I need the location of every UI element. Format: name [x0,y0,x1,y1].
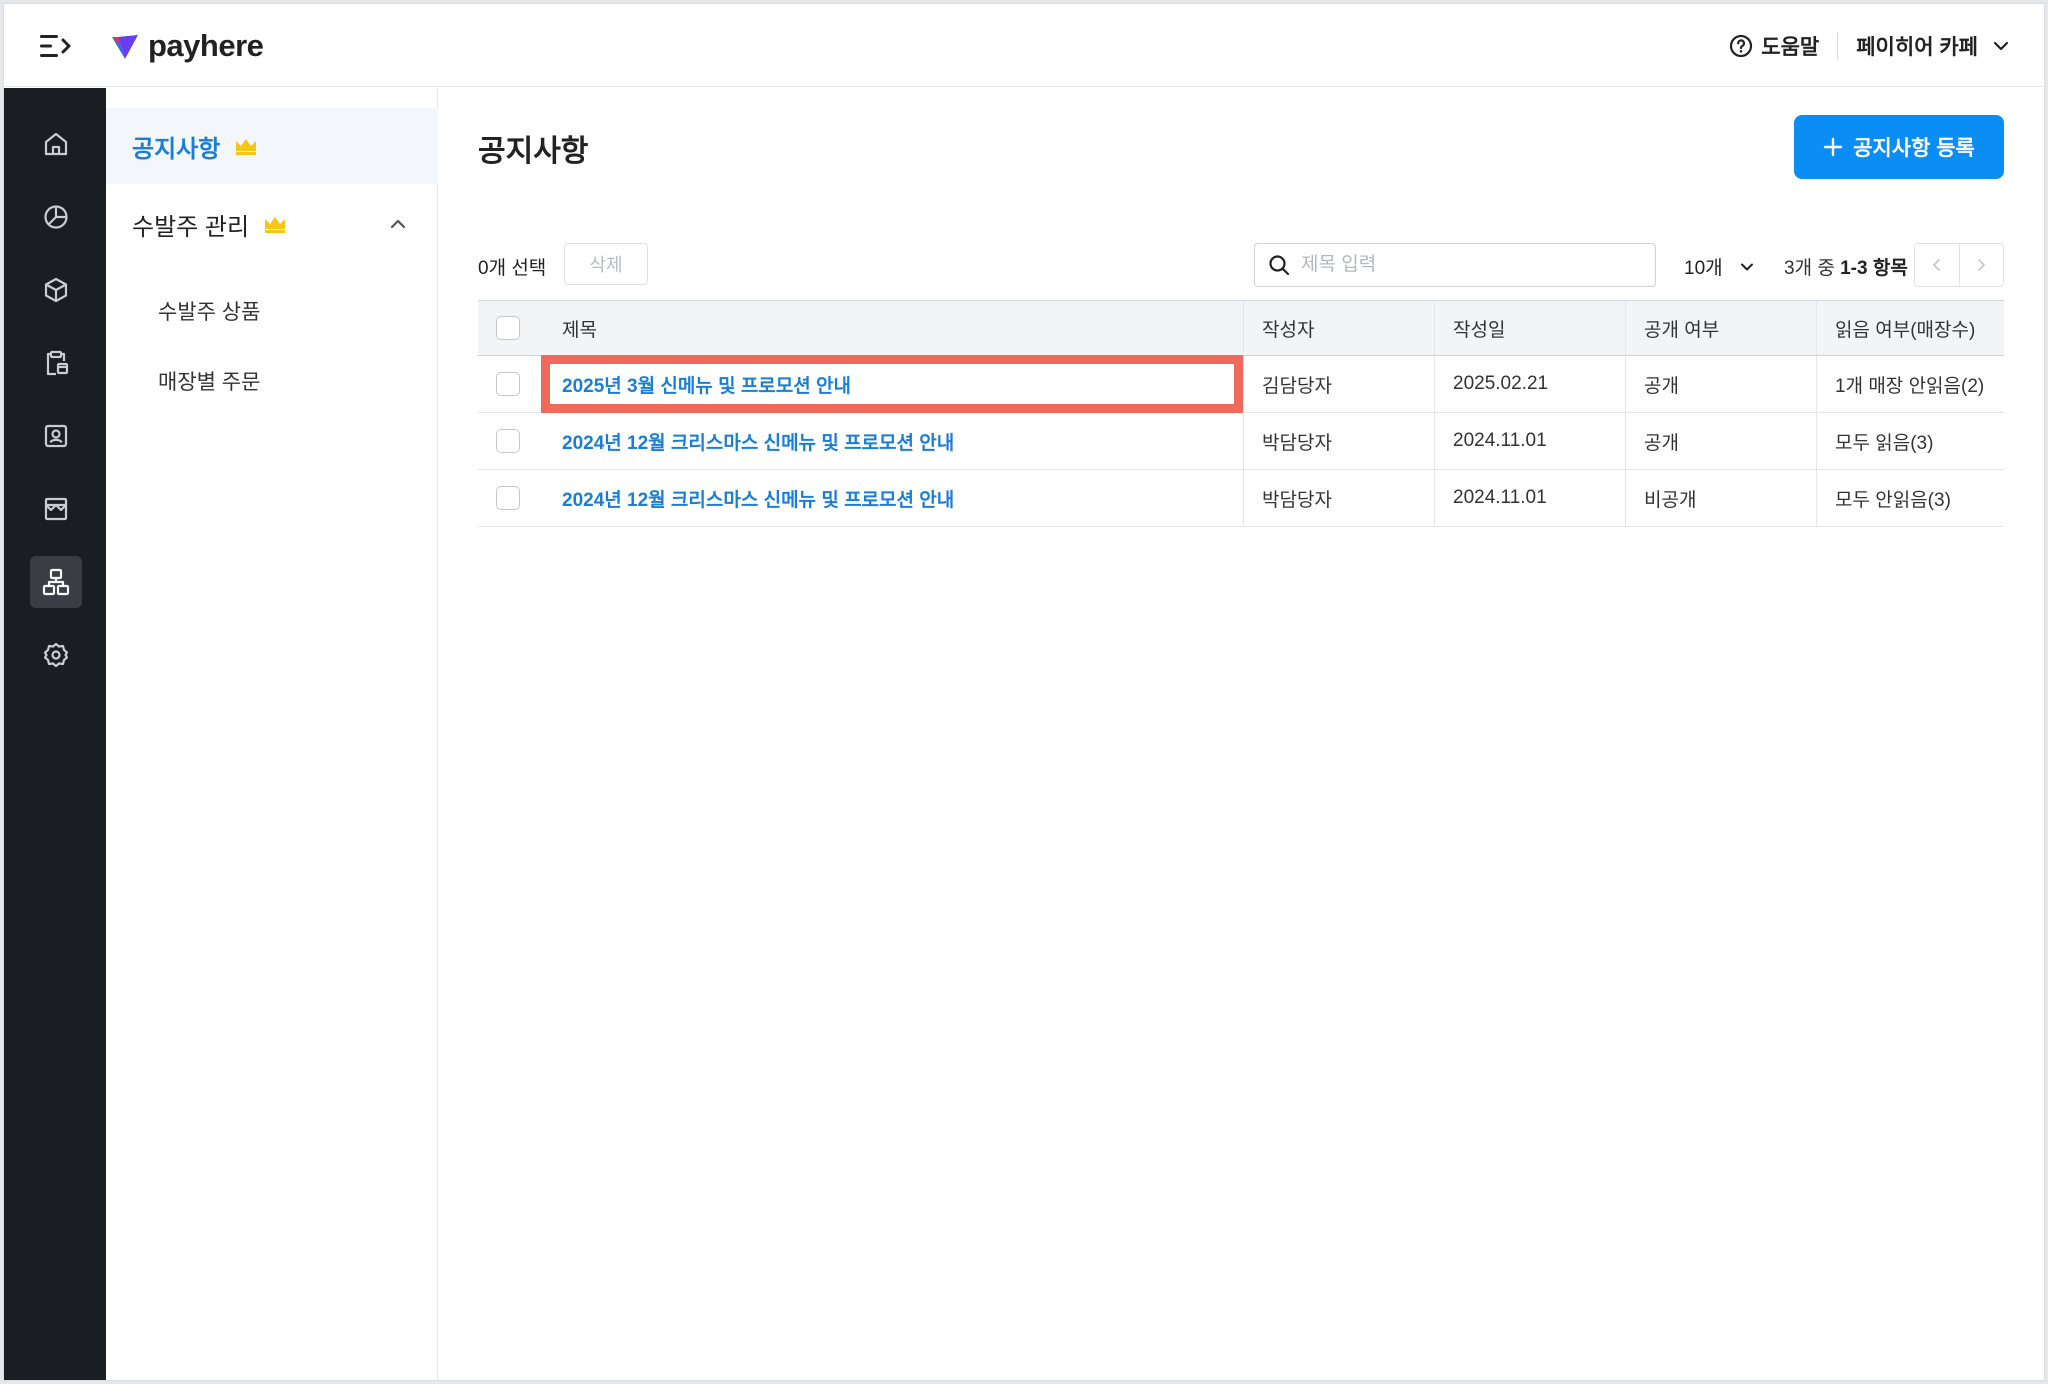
app-window: payhere 도움말 페이히어 카페 공지사항 수발주 관리 수발주 상품 매… [3,3,2045,1381]
row-checkbox-cell [478,470,542,526]
column-header-title: 제목 [562,319,597,341]
main-content: 공지사항 공지사항 등록 0개 선택 삭제 10개 [438,88,2044,1380]
top-right-actions: 도움말 페이히어 카페 [1729,26,2010,66]
result-range: 3개 중 1-3 항목 [1784,253,1908,280]
author-cell: 박담당자 [1243,413,1434,469]
column-header-author: 작성자 [1243,301,1434,355]
box-icon [44,277,68,303]
help-label: 도움말 [1761,36,1820,59]
row-checkbox[interactable] [496,486,520,510]
rail-analytics[interactable] [30,191,82,243]
crown-icon [265,217,286,233]
row-checkbox-cell [478,413,542,469]
store-icon [44,497,68,521]
nav-item-store-orders[interactable]: 매장별 주문 [158,366,260,396]
payhere-logo[interactable]: payhere [110,26,264,66]
plus-icon [1823,137,1843,157]
store-name: 페이히어 카페 [1856,36,1978,59]
clipboard-icon [46,350,69,376]
title-cell: 2024년 12월 크리스마스 신메뉴 및 프로모션 안내 [542,470,1243,526]
table-header: 제목 작성자 작성일 공개 여부 읽음 여부(매장수) [478,300,2004,356]
nav-group-orders[interactable]: 수발주 관리 [106,186,438,262]
table-row[interactable]: 2025년 3월 신메뉴 및 프로모션 안내 김담당자 2025.02.21 공… [478,355,2004,413]
row-checkbox[interactable] [496,429,520,453]
chevron-left-icon [1932,259,1940,271]
visibility-cell: 공개 [1625,356,1816,412]
column-header-date: 작성일 [1434,301,1625,355]
date-cell: 2025.02.21 [1434,356,1625,412]
next-page-button[interactable] [1958,244,2004,286]
page-size-select[interactable]: 10개 [1684,253,1755,280]
date-cell: 2024.11.01 [1434,413,1625,469]
header-checkbox-cell [478,301,542,355]
secondary-nav: 공지사항 수발주 관리 수발주 상품 매장별 주문 [106,88,438,1380]
gear-icon [43,642,69,668]
pie-chart-icon [44,205,68,229]
row-checkbox-cell [478,356,542,412]
search-input[interactable] [1301,254,1621,276]
rail-products[interactable] [30,264,82,316]
rail-home[interactable] [30,118,82,170]
selected-count: 0개 선택 [478,258,547,279]
nav-group-orders-label: 수발주 관리 [132,213,250,241]
rail-stores[interactable] [30,483,82,535]
column-header-visibility: 공개 여부 [1625,301,1816,355]
author-cell: 박담당자 [1243,470,1434,526]
visibility-cell: 공개 [1625,413,1816,469]
add-notice-button[interactable]: 공지사항 등록 [1794,115,2004,179]
help-icon [1730,34,1753,58]
nav-item-notices[interactable]: 공지사항 [106,108,438,184]
visibility-cell: 비공개 [1625,470,1816,526]
column-header-read-status: 읽음 여부(매장수) [1816,301,2004,355]
home-icon [44,132,68,156]
table-row[interactable]: 2024년 12월 크리스마스 신메뉴 및 프로모션 안내 박담당자 2024.… [478,413,2004,470]
range-prefix: 3개 중 [1784,258,1835,279]
rail-orders[interactable] [30,337,82,389]
page-size-value: 10개 [1684,258,1723,279]
range-value: 1-3 항목 [1840,258,1908,279]
chevron-down-icon [1993,41,2009,51]
pagination [1914,243,2004,287]
chevron-up-icon [390,219,406,229]
table-row[interactable]: 2024년 12월 크리스마스 신메뉴 및 프로모션 안내 박담당자 2024.… [478,470,2004,527]
notice-title-link[interactable]: 2024년 12월 크리스마스 신메뉴 및 프로모션 안내 [562,485,954,512]
notice-table: 제목 작성자 작성일 공개 여부 읽음 여부(매장수) 2025년 3월 신메뉴… [478,300,2004,527]
title-cell: 2025년 3월 신메뉴 및 프로모션 안내 [541,355,1243,413]
rail-customers[interactable] [30,410,82,462]
menu-toggle-icon[interactable] [38,31,72,61]
delete-button[interactable]: 삭제 [564,243,648,285]
title-cell: 2024년 12월 크리스마스 신메뉴 및 프로모션 안내 [542,413,1243,469]
contact-card-icon [44,424,68,448]
chevron-right-icon [1978,259,1986,271]
payhere-logo-icon [112,35,138,59]
read-status-cell: 모두 읽음(3) [1816,413,2004,469]
rail-settings[interactable] [30,629,82,681]
search-icon [1269,255,1290,276]
select-all-checkbox[interactable] [496,316,520,340]
rail-franchise[interactable] [30,556,82,608]
add-notice-label: 공지사항 등록 [1853,137,1975,160]
nav-item-order-products[interactable]: 수발주 상품 [158,296,260,326]
top-bar: payhere 도움말 페이히어 카페 [4,4,2044,87]
row-checkbox[interactable] [496,372,520,396]
notice-title-link[interactable]: 2024년 12월 크리스마스 신메뉴 및 프로모션 안내 [562,428,954,455]
date-cell: 2024.11.01 [1434,470,1625,526]
logo-text: payhere [148,28,264,63]
org-chart-icon [42,568,70,596]
chevron-down-icon [1740,263,1753,270]
read-status-cell: 1개 매장 안읽음(2) [1816,356,2004,412]
author-cell: 김담당자 [1243,356,1434,412]
icon-rail [4,88,106,1380]
page-title: 공지사항 [478,135,589,168]
notice-title-link[interactable]: 2025년 3월 신메뉴 및 프로모션 안내 [562,371,851,398]
read-status-cell: 모두 안읽음(3) [1816,470,2004,526]
search-box [1254,243,1656,287]
crown-icon [236,139,257,155]
store-selector[interactable]: 페이히어 카페 [1856,31,2010,61]
header-divider [1837,33,1839,59]
prev-page-button[interactable] [1915,244,1959,286]
list-toolbar: 0개 선택 삭제 10개 3개 중 1-3 항목 [478,243,2004,287]
nav-item-notices-label: 공지사항 [132,135,221,163]
help-button[interactable]: 도움말 [1729,31,1819,61]
